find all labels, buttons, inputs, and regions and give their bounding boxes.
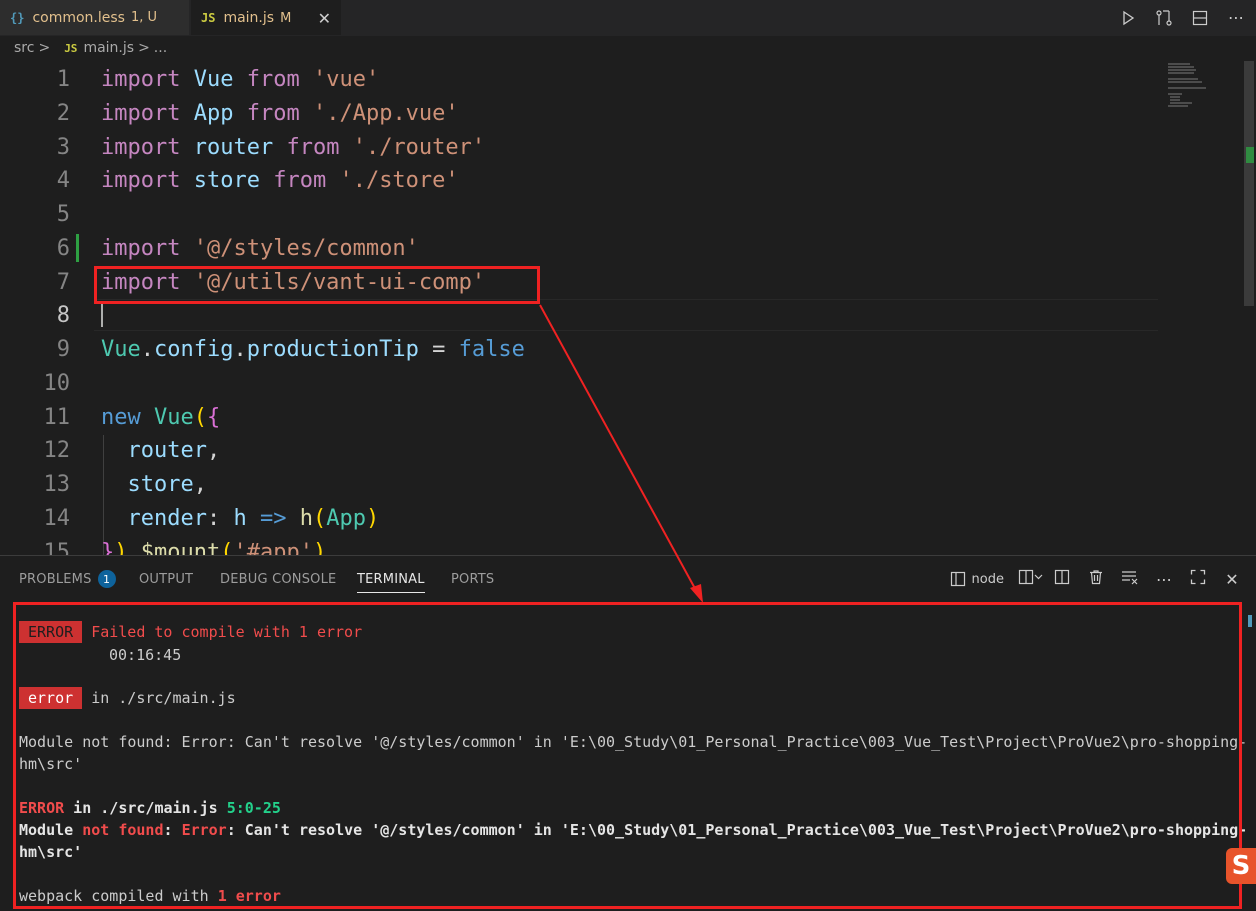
code-line: 11 new Vue({ <box>0 400 1160 434</box>
line-number: 8 <box>56 302 70 328</box>
minimap[interactable] <box>1160 61 1256 555</box>
more-actions-icon[interactable]: ⋯ <box>1226 8 1246 28</box>
close-panel-icon[interactable]: ✕ <box>1222 570 1242 589</box>
text-cursor <box>101 303 103 327</box>
editor-actions: ⋯ <box>1118 0 1246 35</box>
tab-main-js[interactable]: JS main.js M ✕ <box>191 0 341 35</box>
tab-label: main.js <box>223 10 275 26</box>
more-actions-icon[interactable]: ⋯ <box>1154 570 1174 589</box>
code-line: 2 import App from './App.vue' <box>0 96 1160 130</box>
code-line: 6 import '@/styles/common' <box>0 231 1160 265</box>
terminal-selector[interactable]: node <box>950 571 1004 587</box>
line-number: 6 <box>56 235 70 261</box>
line-number: 1 <box>56 66 70 92</box>
tab-ports[interactable]: PORTS <box>451 556 494 602</box>
line-number: 4 <box>56 167 70 193</box>
compare-changes-icon[interactable] <box>1154 8 1174 28</box>
panel-tab-bar: PROBLEMS 1 OUTPUT DEBUG CONSOLE TERMINAL… <box>0 556 1256 602</box>
js-file-icon: JS <box>64 41 78 55</box>
code-line: 10 <box>0 366 1160 400</box>
editor-tab-bar: {} common.less 1, U JS main.js M ✕ ⋯ <box>0 0 1256 36</box>
line-number: 12 <box>43 437 71 463</box>
trash-icon[interactable] <box>1086 569 1106 589</box>
breadcrumb-more[interactable]: ... <box>154 40 167 56</box>
ime-logo-icon[interactable]: S <box>1226 848 1256 884</box>
tab-status: M <box>280 10 292 26</box>
code-line: 12 router, <box>0 433 1160 467</box>
code-line: 4 import store from './store' <box>0 163 1160 197</box>
close-icon[interactable]: ✕ <box>318 9 331 28</box>
line-number: 11 <box>43 404 71 430</box>
code-line: 1 import Vue from 'vue' <box>0 62 1160 96</box>
line-number: 15 <box>43 539 71 556</box>
line-number: 13 <box>43 471 71 497</box>
new-terminal-dropdown-icon[interactable] <box>1018 569 1043 589</box>
breadcrumb-file[interactable]: main.js <box>83 40 134 56</box>
line-number: 10 <box>43 370 71 396</box>
code-line: 9 Vue.config.productionTip = false <box>0 332 1160 366</box>
code-editor[interactable]: 1 import Vue from 'vue' 2 import App fro… <box>0 61 1256 555</box>
js-file-icon: JS <box>201 11 216 25</box>
clear-list-icon[interactable] <box>1120 569 1140 589</box>
terminal-panel-icon <box>950 571 965 587</box>
annotation-highlight-box <box>94 266 540 304</box>
code-line: 13 store, <box>0 467 1160 501</box>
tab-output[interactable]: OUTPUT <box>139 556 193 602</box>
tab-problems[interactable]: PROBLEMS 1 <box>19 556 116 602</box>
line-number: 2 <box>56 100 70 126</box>
chevron-right-icon: > <box>38 40 51 56</box>
problems-count-badge: 1 <box>97 570 116 588</box>
panel-actions: node ⋯ ✕ <box>950 556 1242 602</box>
tab-common-less[interactable]: {} common.less 1, U <box>0 0 190 35</box>
code-line: 15 }).$mount('#app') <box>0 535 1160 556</box>
tab-label: common.less <box>32 9 125 26</box>
less-file-icon: {} <box>10 10 25 25</box>
terminal-scroll-marker <box>1248 615 1252 627</box>
code-line: 5 <box>0 197 1160 231</box>
maximize-panel-icon[interactable] <box>1188 569 1208 589</box>
code-line: 3 import router from './router' <box>0 130 1160 164</box>
breadcrumb-folder[interactable]: src <box>14 40 34 56</box>
line-number: 5 <box>56 201 70 227</box>
scrollbar-thumb[interactable] <box>1244 61 1254 306</box>
breadcrumb: src > JS main.js > ... <box>0 35 1256 61</box>
line-number: 7 <box>56 269 70 295</box>
line-number: 9 <box>56 336 70 362</box>
run-icon[interactable] <box>1118 8 1138 28</box>
tab-status: 1, U <box>130 10 158 25</box>
chevron-right-icon: > <box>138 40 150 56</box>
split-terminal-icon[interactable] <box>1052 569 1072 589</box>
line-number: 3 <box>56 134 70 160</box>
line-number: 14 <box>43 505 71 531</box>
tab-terminal[interactable]: TERMINAL <box>357 556 425 602</box>
tab-debug-console[interactable]: DEBUG CONSOLE <box>220 556 336 602</box>
scrollbar-change-marker <box>1246 147 1254 163</box>
split-editor-icon[interactable] <box>1190 8 1210 28</box>
editor-scrollbar[interactable] <box>1244 61 1256 555</box>
annotation-terminal-box <box>13 602 1242 909</box>
code-line: 14 render: h => h(App) <box>0 501 1160 535</box>
